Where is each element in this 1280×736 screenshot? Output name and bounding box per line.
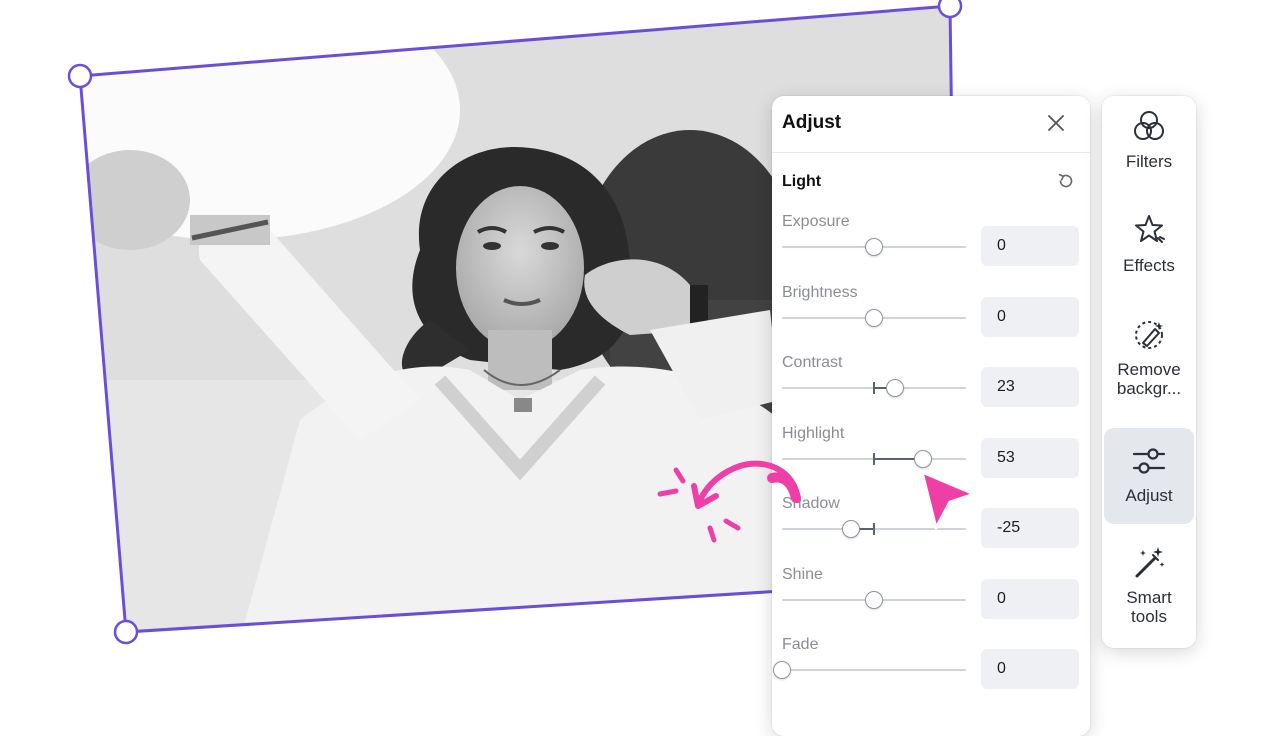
tool-label: Smart tools (1126, 588, 1172, 626)
shine-value-input[interactable] (981, 578, 1079, 619)
shine-label: Shine (782, 565, 823, 583)
shadow-slider-thumb[interactable] (842, 520, 860, 538)
fade-label: Fade (782, 636, 819, 653)
adjustment-row-shadow: Shadow (772, 487, 1090, 558)
tool-label: Remove backgr... (1116, 360, 1182, 398)
shadow-slider[interactable] (782, 517, 966, 541)
section-title: Light (782, 173, 822, 190)
tool-adjust[interactable]: Adjust (1104, 428, 1194, 524)
contrast-slider-thumb[interactable] (886, 379, 905, 397)
filters-icon (1134, 111, 1164, 140)
fade-slider-thumb[interactable] (773, 661, 791, 679)
effects-icon (1135, 215, 1165, 243)
contrast-value-input[interactable] (981, 367, 1079, 407)
brightness-slider[interactable] (782, 306, 966, 330)
tool-sidebar: Filters Effects Remove backgr... Adjust (1102, 96, 1196, 648)
adjustment-row-brightness: Brightness (772, 276, 1090, 347)
highlight-slider-zero-tick (873, 452, 875, 465)
brightness-label: Brightness (782, 283, 858, 301)
contrast-label: Contrast (782, 354, 843, 371)
exposure-slider[interactable] (782, 235, 966, 259)
fade-slider[interactable] (773, 658, 966, 682)
shadow-value-input[interactable] (981, 508, 1079, 548)
tool-smart-tools[interactable]: Smart tools (1104, 542, 1194, 638)
adjustment-list: Exposure Brightness Contrast Highlight Shado… (772, 205, 1090, 699)
tool-label: Filters (1125, 152, 1173, 171)
shadow-slider-zero-tick (873, 523, 875, 535)
tool-filters[interactable]: Filters (1104, 106, 1194, 198)
adjustment-row-exposure: Exposure (772, 205, 1090, 276)
reset-icon[interactable] (1056, 171, 1076, 191)
exposure-value-input[interactable] (981, 226, 1079, 266)
adjustment-row-highlight: Highlight (772, 417, 1090, 488)
brightness-value-input[interactable] (981, 296, 1079, 337)
exposure-label: Exposure (782, 213, 850, 230)
tool-label: Adjust (1125, 486, 1173, 505)
fade-value-input[interactable] (981, 649, 1079, 689)
tool-label: Effects (1123, 256, 1175, 275)
adjustment-row-fade: Fade (772, 628, 1090, 699)
resize-handle-bottom-left[interactable] (113, 619, 139, 645)
section-light: Light (772, 153, 1090, 205)
tool-effects[interactable]: Effects (1104, 210, 1194, 302)
contrast-slider-zero-tick (873, 382, 875, 394)
resize-handle-top-right[interactable] (937, 0, 963, 19)
shadow-label: Shadow (782, 495, 840, 512)
adjust-icon (1132, 448, 1166, 474)
shine-slider-thumb[interactable] (865, 590, 883, 609)
panel-title: Adjust (782, 112, 842, 133)
resize-handle-top-left[interactable] (67, 63, 93, 89)
adjustment-row-contrast: Contrast (772, 346, 1090, 417)
adjust-panel: Adjust Light Exposure Brightness Contrast H… (772, 96, 1090, 736)
brightness-slider-thumb[interactable] (865, 308, 883, 327)
highlight-label: Highlight (782, 424, 845, 442)
highlight-slider[interactable] (782, 447, 966, 471)
fade-slider-track (782, 669, 966, 671)
highlight-slider-thumb[interactable] (913, 449, 932, 468)
contrast-slider[interactable] (782, 376, 966, 400)
tool-remove-background[interactable]: Remove backgr... (1104, 314, 1194, 426)
remove-background-icon (1135, 321, 1163, 349)
adjustment-row-shine: Shine (772, 558, 1090, 629)
magic-wand-icon (1135, 547, 1165, 578)
panel-header: Adjust (772, 96, 1090, 153)
exposure-slider-thumb[interactable] (865, 238, 883, 256)
shine-slider[interactable] (782, 588, 966, 612)
highlight-value-input[interactable] (981, 437, 1079, 478)
close-icon[interactable] (1044, 111, 1068, 135)
